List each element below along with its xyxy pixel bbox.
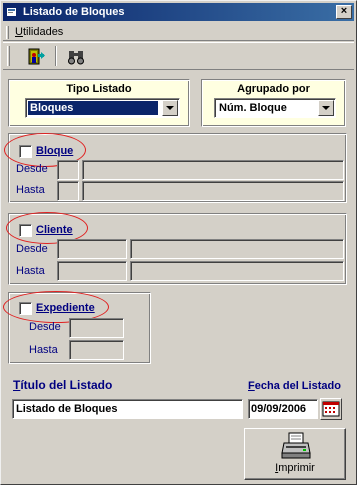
window-title: Listado de Bloques [23,6,125,18]
calendar-icon [322,401,340,417]
menu-bar: Utilidades [3,23,354,41]
expediente-group: Expediente Desde Hasta [3,291,151,364]
bloque-group: Bloque Desde Hasta [4,133,347,203]
tipo-listado-value: Bloques [28,101,158,115]
calendar-button[interactable] [320,398,342,420]
menu-grip [6,26,9,39]
imprimir-button[interactable]: Imprimir [244,428,346,480]
titulo-listado-label: Título del Listado [13,378,113,392]
agrupado-por-panel: Agrupado por Núm. Bloque [201,79,346,127]
titulo-listado-value: Listado de Bloques [16,403,118,415]
bloque-desde-code-field[interactable] [57,160,79,180]
tipo-listado-label: Tipo Listado [66,83,132,95]
bloque-desde-label: Desde [16,163,48,175]
toolbar [3,42,354,70]
chevron-down-icon[interactable] [318,100,334,116]
toolbar-separator [55,46,57,66]
dialog-window: Listado de Bloques × Utilidades Tipo Lis… [0,0,357,485]
exit-icon [28,48,45,65]
expediente-hasta-label: Hasta [29,344,58,356]
fecha-listado-label: Fecha del Listado [248,380,341,392]
tipo-listado-panel: Tipo Listado Bloques [8,79,190,127]
title-bar[interactable]: Listado de Bloques × [3,3,354,21]
bloque-hasta-field[interactable] [82,181,344,201]
app-icon [7,8,16,16]
cliente-hasta-code-field[interactable] [57,261,127,281]
expediente-hasta-field[interactable] [69,340,124,360]
binoculars-icon [68,51,84,65]
bloque-hasta-code-field[interactable] [57,181,79,201]
cliente-hasta-field[interactable] [130,261,344,281]
search-button[interactable] [65,46,89,68]
titulo-listado-input[interactable]: Listado de Bloques [12,399,243,419]
tipo-listado-select[interactable]: Bloques [25,98,180,118]
chevron-down-icon[interactable] [162,100,178,116]
menu-utilidades[interactable]: Utilidades [15,26,63,38]
printer-icon [281,432,311,459]
agrupado-por-select[interactable]: Núm. Bloque [214,98,336,118]
bloque-desde-field[interactable] [82,160,344,180]
cliente-desde-field[interactable] [130,239,344,259]
cliente-group: Cliente Desde Hasta [6,212,347,285]
exit-button[interactable] [25,46,49,68]
fecha-listado-value: 09/09/2006 [251,403,307,415]
agrupado-por-label: Agrupado por [237,83,310,95]
expediente-desde-field[interactable] [69,318,124,338]
cliente-hasta-label: Hasta [16,265,45,277]
expediente-desde-label: Desde [29,321,61,333]
agrupado-por-value: Núm. Bloque [219,102,287,114]
fecha-listado-input[interactable]: 09/09/2006 [248,399,318,419]
bloque-hasta-label: Hasta [16,184,45,196]
cliente-desde-label: Desde [16,243,48,255]
cliente-desde-code-field[interactable] [57,239,127,259]
close-button[interactable]: × [336,5,352,19]
imprimir-label: Imprimir [275,462,315,474]
toolbar-grip [7,46,10,66]
